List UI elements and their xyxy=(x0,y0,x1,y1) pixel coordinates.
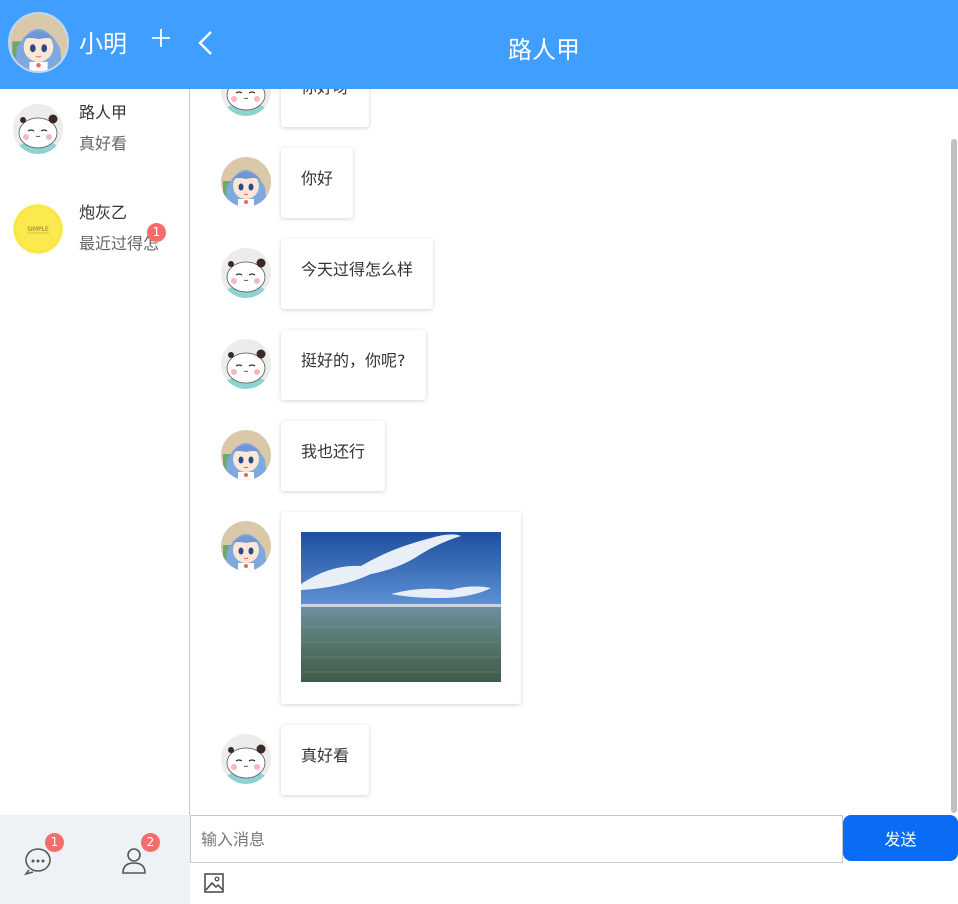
panda-avatar xyxy=(221,339,271,389)
message-input[interactable] xyxy=(190,815,843,863)
avatar-logo-text: SIMPLE xyxy=(27,226,49,233)
image-icon[interactable] xyxy=(203,872,225,894)
image-bubble xyxy=(281,512,521,704)
anime-girl-avatar xyxy=(221,157,271,207)
chat-badge: 1 xyxy=(45,833,64,852)
contacts-badge: 2 xyxy=(141,833,160,852)
user-name: 小明 xyxy=(79,30,127,58)
message-bubble: 今天过得怎么样 xyxy=(281,239,434,309)
contact-avatar: SIMPLE xyxy=(13,204,63,254)
panda-avatar xyxy=(221,248,271,298)
message-bubble: 你好呀 xyxy=(281,89,370,127)
contact-avatar xyxy=(13,104,63,154)
panda-avatar xyxy=(221,89,271,116)
send-button[interactable]: 发送 xyxy=(843,815,958,861)
top-bar: 小明 路人甲 xyxy=(0,0,958,89)
message-bubble: 你好 xyxy=(281,148,354,218)
anime-girl-avatar xyxy=(221,430,271,480)
message-list[interactable]: 你好呀 你好 今天过得怎么样 挺好的，你呢? 我也还行 xyxy=(191,89,958,815)
anime-girl-avatar xyxy=(221,521,271,571)
contact-item[interactable]: SIMPLE 炮灰乙 最近过得怎 1 xyxy=(0,189,189,281)
chat-title: 路人甲 xyxy=(508,36,580,64)
message-bubble: 我也还行 xyxy=(281,421,386,491)
contact-item[interactable]: 路人甲 真好看 xyxy=(0,89,189,181)
contact-name: 炮灰乙 xyxy=(79,203,128,222)
message-bubble: 真好看 xyxy=(281,725,370,795)
scrollbar[interactable] xyxy=(951,139,957,813)
plus-icon[interactable] xyxy=(149,22,173,52)
bottom-nav: 1 2 xyxy=(0,815,190,904)
contact-list: 路人甲 真好看 SIMPLE 炮灰乙 最近过得怎 1 xyxy=(0,89,190,815)
contact-last-message: 真好看 xyxy=(79,134,128,153)
contact-name: 路人甲 xyxy=(79,103,128,122)
user-avatar[interactable] xyxy=(8,12,69,73)
message-bubble: 挺好的，你呢? xyxy=(281,330,426,400)
sea-and-sky-photo[interactable] xyxy=(301,532,501,682)
unread-badge: 1 xyxy=(147,223,166,242)
panda-avatar xyxy=(221,734,271,784)
